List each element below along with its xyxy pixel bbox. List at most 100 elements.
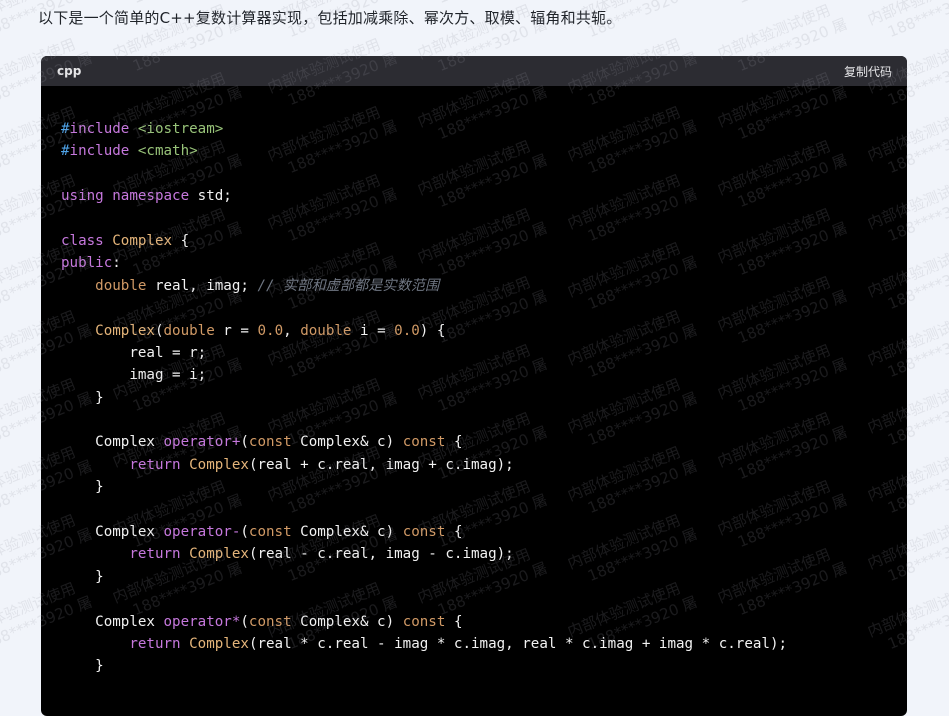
code-token: Complex: [112, 232, 173, 249]
code-token: return: [129, 546, 181, 563]
code-token: 0.0: [394, 322, 420, 339]
code-token: }: [61, 658, 104, 675]
code-token: {: [172, 232, 190, 249]
code-token: const: [248, 524, 292, 541]
code-line: }: [61, 655, 887, 677]
code-line: class Complex {: [61, 230, 887, 252]
code-token: <iostream>: [137, 121, 224, 137]
code-token: std;: [189, 188, 232, 205]
code-line: return Complex(real - c.real, imag - c.i…: [61, 543, 887, 565]
code-content: #include <iostream> #include <cmath> usin…: [41, 86, 907, 678]
copy-code-button[interactable]: 复制代码: [844, 63, 892, 80]
code-line: }: [61, 566, 887, 588]
code-token: (: [240, 524, 249, 541]
code-token: i =: [351, 322, 395, 339]
code-token: operator*: [163, 613, 241, 630]
code-token: double: [163, 322, 215, 339]
code-token: r =: [214, 322, 258, 339]
code-token: <cmath>: [137, 143, 198, 160]
code-token: {: [445, 613, 463, 630]
code-token: }: [61, 479, 104, 496]
code-token: }: [61, 389, 104, 406]
code-line: Complex operator*(const Complex& c) cons…: [61, 611, 887, 633]
code-token: Complex& c): [291, 613, 403, 630]
code-token: const: [402, 613, 446, 630]
code-token: namespace: [112, 188, 190, 205]
code-token: return: [129, 456, 181, 473]
code-token: :: [112, 255, 121, 272]
code-token: double: [300, 322, 352, 339]
code-line: Complex operator+(const Complex& c) cons…: [61, 431, 887, 453]
code-token: operator+: [163, 434, 241, 451]
code-token: const: [248, 613, 292, 630]
code-token: const: [402, 524, 446, 541]
code-token: Complex: [61, 524, 164, 541]
code-token: real = r;: [61, 344, 207, 361]
code-token: (real + c.real, imag + c.imag);: [248, 456, 514, 473]
watermark: 内部体验测试使用188****3920 屠: [715, 0, 850, 13]
code-token: ) {: [419, 322, 446, 339]
code-token: include: [69, 121, 130, 137]
code-token: Complex: [189, 546, 249, 563]
code-line: Complex(double r = 0.0, double i = 0.0) …: [61, 320, 887, 342]
code-token: const: [248, 434, 292, 451]
code-token: (real * c.real - imag * c.imag, real * c…: [248, 635, 788, 652]
code-line: }: [61, 476, 887, 498]
watermark: 内部体验测试使用188****3920 屠: [865, 0, 949, 42]
code-token: include: [69, 143, 130, 160]
code-line: using namespace std;: [61, 185, 887, 207]
code-token: Complex: [95, 322, 155, 339]
code-line: double real, imag; // 实部和虚部都是实数范围: [61, 275, 887, 297]
code-token: real, imag;: [146, 277, 258, 294]
intro-text: 以下是一个简单的C++复数计算器实现，包括加减乘除、幂次方、取模、辐角和共轭。: [38, 9, 622, 27]
code-token: double: [95, 277, 147, 294]
code-token: (: [240, 613, 249, 630]
code-token: Complex: [189, 635, 249, 652]
code-token: using: [61, 188, 104, 205]
code-token: // 实部和虚部都是实数范围: [257, 277, 440, 294]
code-token: {: [445, 434, 463, 451]
code-token: class: [61, 232, 104, 249]
code-line: real = r;: [61, 342, 887, 364]
code-token: Complex& c): [291, 524, 403, 541]
code-token: (: [240, 434, 249, 451]
code-line: Complex operator-(const Complex& c) cons…: [61, 521, 887, 543]
code-block-header: cpp 复制代码: [41, 56, 907, 86]
code-line: public:: [61, 252, 887, 274]
code-token: operator-: [163, 524, 241, 541]
code-line: #include <iostream>: [61, 118, 887, 140]
code-token: return: [129, 635, 181, 652]
code-token: ,: [283, 322, 301, 339]
code-line: #include <cmath>: [61, 140, 887, 162]
code-token: Complex: [61, 613, 164, 630]
code-token: Complex: [61, 434, 164, 451]
code-language-label: cpp: [57, 64, 82, 78]
code-token: (real - c.real, imag - c.imag);: [248, 546, 514, 563]
code-token: imag = i;: [61, 367, 207, 384]
code-block: cpp 复制代码 #include <iostream> #include <cm…: [41, 56, 907, 716]
code-line: return Complex(real + c.real, imag + c.i…: [61, 454, 887, 476]
code-token: #: [61, 143, 70, 160]
code-token: {: [445, 524, 463, 541]
code-token: const: [402, 434, 446, 451]
code-token: #: [61, 121, 70, 137]
code-token: Complex: [189, 456, 249, 473]
code-token: (: [154, 322, 164, 339]
